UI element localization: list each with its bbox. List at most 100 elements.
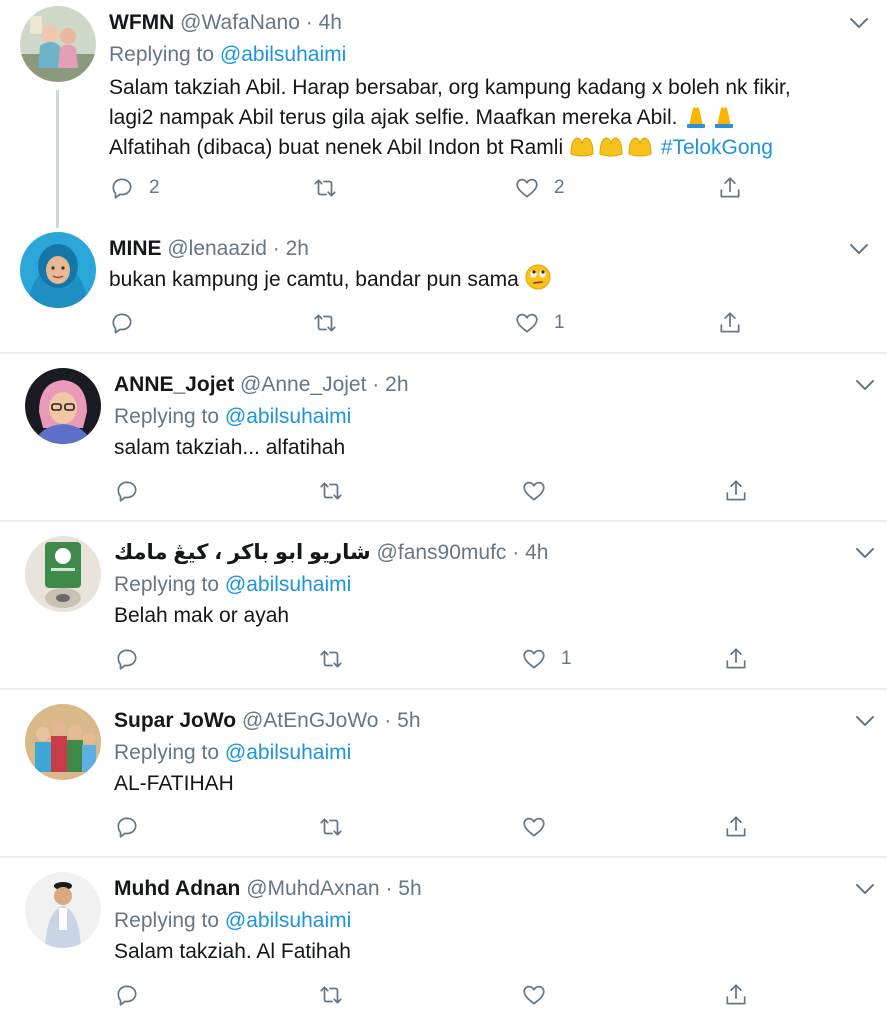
mention-link[interactable]: @abilsuhaimi [225,909,351,932]
tweet-text: AL-FATIHAH [114,772,234,795]
timestamp[interactable]: 4h [319,11,342,34]
separator-dot: · [384,709,392,732]
reply-button[interactable] [114,814,154,840]
tweet-header: MINE @lenaazid · 2h [109,235,309,263]
tweet-text: salam takziah... alfatihah [114,436,346,459]
open-hands-emoji [569,134,655,167]
retweet-button[interactable] [318,478,358,504]
reply-count: 2 [149,177,160,198]
display-name[interactable]: شاريو ابو باكر ، كيڠ مامك [114,541,371,564]
avatar[interactable] [20,6,96,82]
tweet[interactable]: WFMN @WafaNano · 4h Replying to @abilsuh… [0,0,887,220]
avatar[interactable] [25,704,101,780]
share-button[interactable] [723,478,749,504]
mention-link[interactable]: @abilsuhaimi [225,741,351,764]
tweet[interactable]: ANNE_Jojet @Anne_Jojet · 2h Replying to … [0,354,887,520]
like-icon [516,178,538,198]
replying-to: Replying to @abilsuhaimi [114,739,351,767]
replying-to-label: Replying to [114,405,220,428]
replying-to-label: Replying to [114,573,220,596]
like-icon [523,817,545,837]
chevron-down-icon[interactable] [854,882,876,896]
share-icon [720,312,740,333]
retweet-icon [314,179,336,197]
share-icon [726,648,746,669]
user-handle[interactable]: @lenaazid [167,237,267,260]
chevron-down-icon[interactable] [848,16,870,30]
chevron-down-icon[interactable] [854,546,876,560]
retweet-button[interactable] [318,982,358,1008]
mention-link[interactable]: @abilsuhaimi [225,405,351,428]
reply-button[interactable]: 2 [109,175,160,201]
like-icon [523,481,545,501]
avatar[interactable] [25,536,101,612]
share-button[interactable] [723,646,749,672]
like-icon [523,985,545,1005]
reply-button[interactable] [114,478,154,504]
like-button[interactable]: 2 [514,175,565,201]
replying-to: Replying to @abilsuhaimi [109,41,346,69]
mention-link[interactable]: @abilsuhaimi [225,573,351,596]
share-button[interactable] [717,310,743,336]
replying-to: Replying to @abilsuhaimi [114,403,351,431]
display-name[interactable]: Supar JoWo [114,709,236,732]
separator-dot: · [512,541,520,564]
like-button[interactable]: 1 [514,310,565,336]
retweet-icon [320,818,342,836]
like-button[interactable]: 1 [521,646,572,672]
rolling-eyes-emoji [525,264,551,299]
chevron-down-icon[interactable] [854,714,876,728]
display-name[interactable]: ANNE_Jojet [114,373,234,396]
chevron-down-icon[interactable] [848,242,870,256]
chevron-down-icon[interactable] [854,378,876,392]
separator-dot: · [372,373,380,396]
tweet[interactable]: Muhd Adnan @MuhdAxnan · 5h Replying to @… [0,858,887,1020]
tweet[interactable]: Supar JoWo @AtEnGJoWo · 5h Replying to @… [0,690,887,856]
hashtag-link[interactable]: #TelokGong [661,136,773,159]
user-handle[interactable]: @Anne_Jojet [240,373,366,396]
timestamp[interactable]: 2h [385,373,408,396]
avatar[interactable] [25,872,101,948]
like-button[interactable] [521,814,561,840]
user-handle[interactable]: @AtEnGJoWo [242,709,378,732]
tweet-text-line: Salam takziah Abil. Harap bersabar, org … [109,73,791,103]
reply-button[interactable] [114,982,154,1008]
timestamp[interactable]: 4h [525,541,548,564]
tweet-header: Muhd Adnan @MuhdAxnan · 5h [114,875,422,903]
tweet-text-line: Alfatihah (dibaca) buat nenek Abil Indon… [109,133,773,167]
timestamp[interactable]: 2h [286,237,309,260]
display-name[interactable]: Muhd Adnan [114,877,240,900]
tweet-text: Salam takziah. Al Fatihah [114,940,351,963]
share-icon [720,177,740,198]
user-handle[interactable]: @WafaNano [180,11,300,34]
replying-to-label: Replying to [114,741,220,764]
share-button[interactable] [723,814,749,840]
avatar[interactable] [25,368,101,444]
user-handle[interactable]: @MuhdAxnan [246,877,379,900]
reply-icon [117,817,137,838]
reply-button[interactable] [109,310,149,336]
share-button[interactable] [717,175,743,201]
user-handle[interactable]: @fans90mufc [377,541,507,564]
reply-icon [112,178,132,199]
timestamp[interactable]: 5h [398,877,421,900]
like-button[interactable] [521,982,561,1008]
retweet-icon [320,986,342,1004]
retweet-button[interactable] [312,310,352,336]
display-name[interactable]: WFMN [109,11,174,34]
separator-dot: · [305,11,313,34]
replying-to: Replying to @abilsuhaimi [114,907,351,935]
tweet[interactable]: شاريو ابو باكر ، كيڠ مامك @fans90mufc · … [0,522,887,688]
share-button[interactable] [723,982,749,1008]
like-button[interactable] [521,478,561,504]
avatar[interactable] [20,232,96,308]
mention-link[interactable]: @abilsuhaimi [220,43,346,66]
tweet[interactable]: MINE @lenaazid · 2h bukan kampung je cam… [0,226,887,352]
retweet-button[interactable] [318,646,358,672]
retweet-button[interactable] [312,175,352,201]
display-name[interactable]: MINE [109,237,162,260]
retweet-button[interactable] [318,814,358,840]
retweet-icon [320,482,342,500]
timestamp[interactable]: 5h [397,709,420,732]
reply-button[interactable] [114,646,154,672]
